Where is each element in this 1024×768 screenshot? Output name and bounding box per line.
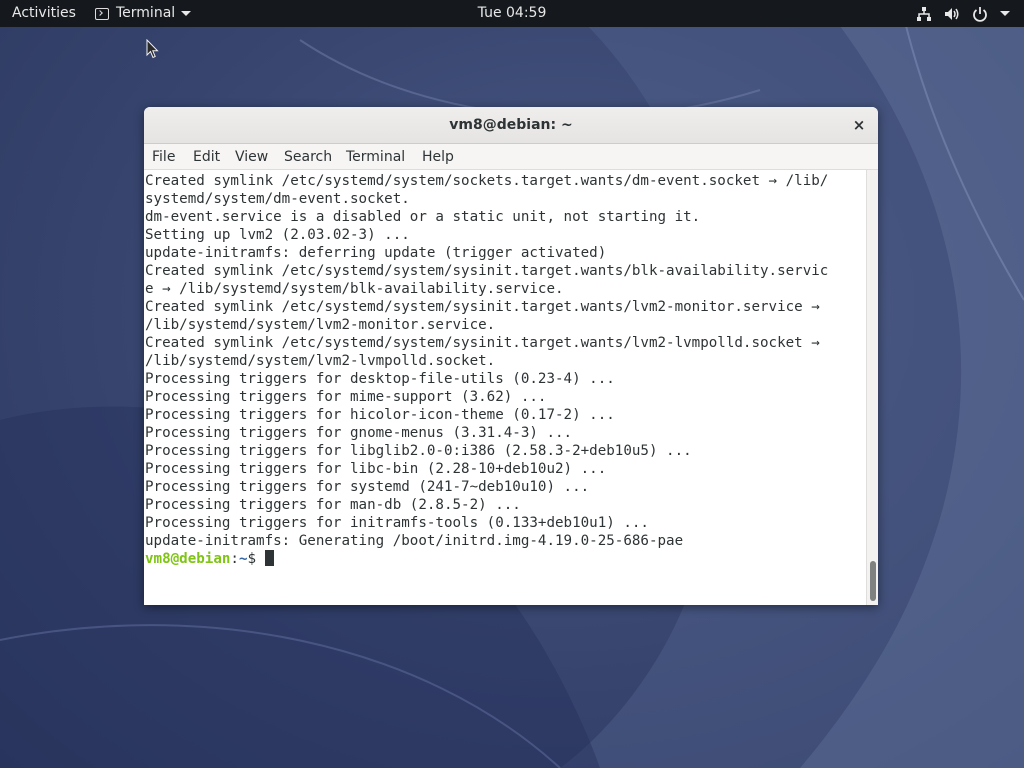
terminal-line: Processing triggers for initramfs-tools … <box>145 515 649 531</box>
terminal-line: /lib/systemd/system/lvm2-monitor.service… <box>145 317 496 333</box>
menu-search[interactable]: Search <box>284 144 332 170</box>
terminal-line: Processing triggers for hicolor-icon-the… <box>145 407 615 423</box>
mouse-pointer-icon <box>146 39 159 59</box>
activities-button[interactable]: Activities <box>12 0 76 27</box>
close-icon[interactable]: × <box>850 116 868 134</box>
menu-terminal[interactable]: Terminal <box>346 144 405 170</box>
text-cursor <box>264 550 274 566</box>
terminal-line: Created symlink /etc/systemd/system/sysi… <box>145 299 820 315</box>
menu-bar: File Edit View Search Terminal Help <box>144 144 878 170</box>
app-menu-button[interactable]: Terminal <box>95 0 192 27</box>
terminal-line: systemd/system/dm-event.socket. <box>145 191 410 207</box>
terminal-line: Created symlink /etc/systemd/system/sysi… <box>145 335 820 351</box>
terminal-line: Created symlink /etc/systemd/system/sock… <box>145 173 829 189</box>
app-menu-label: Terminal <box>116 5 176 21</box>
terminal-line: update-initramfs: Generating /boot/initr… <box>145 533 684 549</box>
prompt-user: vm8@debian <box>145 551 231 567</box>
terminal-line: /lib/systemd/system/lvm2-lvmpolld.socket… <box>145 353 496 369</box>
terminal-icon <box>95 7 109 20</box>
prompt-symbol: $ <box>247 551 265 567</box>
prompt-line: vm8@debian:~$ <box>144 550 866 568</box>
window-title: vm8@debian: ~ <box>449 117 573 133</box>
clock-button[interactable]: Tue 04:59 <box>478 5 547 21</box>
chevron-down-icon <box>1000 11 1010 16</box>
volume-icon <box>945 7 959 20</box>
power-icon <box>973 6 987 22</box>
terminal-line: Processing triggers for man-db (2.8.5-2)… <box>145 497 521 513</box>
terminal-line: Created symlink /etc/systemd/system/sysi… <box>145 263 829 279</box>
network-icon <box>917 6 931 21</box>
prompt-path: ~ <box>238 551 248 567</box>
window-titlebar[interactable]: vm8@debian: ~ × <box>144 107 878 144</box>
terminal-line: e → /lib/systemd/system/blk-availability… <box>145 281 564 297</box>
menu-view[interactable]: View <box>235 144 268 170</box>
terminal-line: update-initramfs: deferring update (trig… <box>145 245 607 261</box>
chevron-down-icon <box>181 11 192 16</box>
terminal-line: Processing triggers for gnome-menus (3.3… <box>145 425 573 441</box>
terminal-line: dm-event.service is a disabled or a stat… <box>145 209 701 225</box>
terminal-window: vm8@debian: ~ × File Edit View Search Te… <box>144 107 878 605</box>
menu-edit[interactable]: Edit <box>193 144 220 170</box>
terminal-line: Setting up lvm2 (2.03.02-3) ... <box>145 227 410 243</box>
terminal-output[interactable]: Created symlink /etc/systemd/system/sock… <box>144 170 866 605</box>
scrollbar-thumb[interactable] <box>870 561 876 601</box>
terminal-line: Processing triggers for systemd (241-7~d… <box>145 479 590 495</box>
terminal-line: Processing triggers for desktop-file-uti… <box>145 371 615 387</box>
terminal-line: Processing triggers for libglib2.0-0:i38… <box>145 443 692 459</box>
scrollbar[interactable] <box>866 170 878 605</box>
terminal-line: Processing triggers for mime-support (3.… <box>145 389 547 405</box>
top-bar: Activities Terminal Tue 04:59 <box>0 0 1024 27</box>
menu-help[interactable]: Help <box>422 144 454 170</box>
terminal-line: Processing triggers for libc-bin (2.28-1… <box>145 461 607 477</box>
system-status-menu[interactable] <box>916 0 1010 27</box>
prompt-separator: : <box>230 551 239 567</box>
menu-file[interactable]: File <box>152 144 175 170</box>
